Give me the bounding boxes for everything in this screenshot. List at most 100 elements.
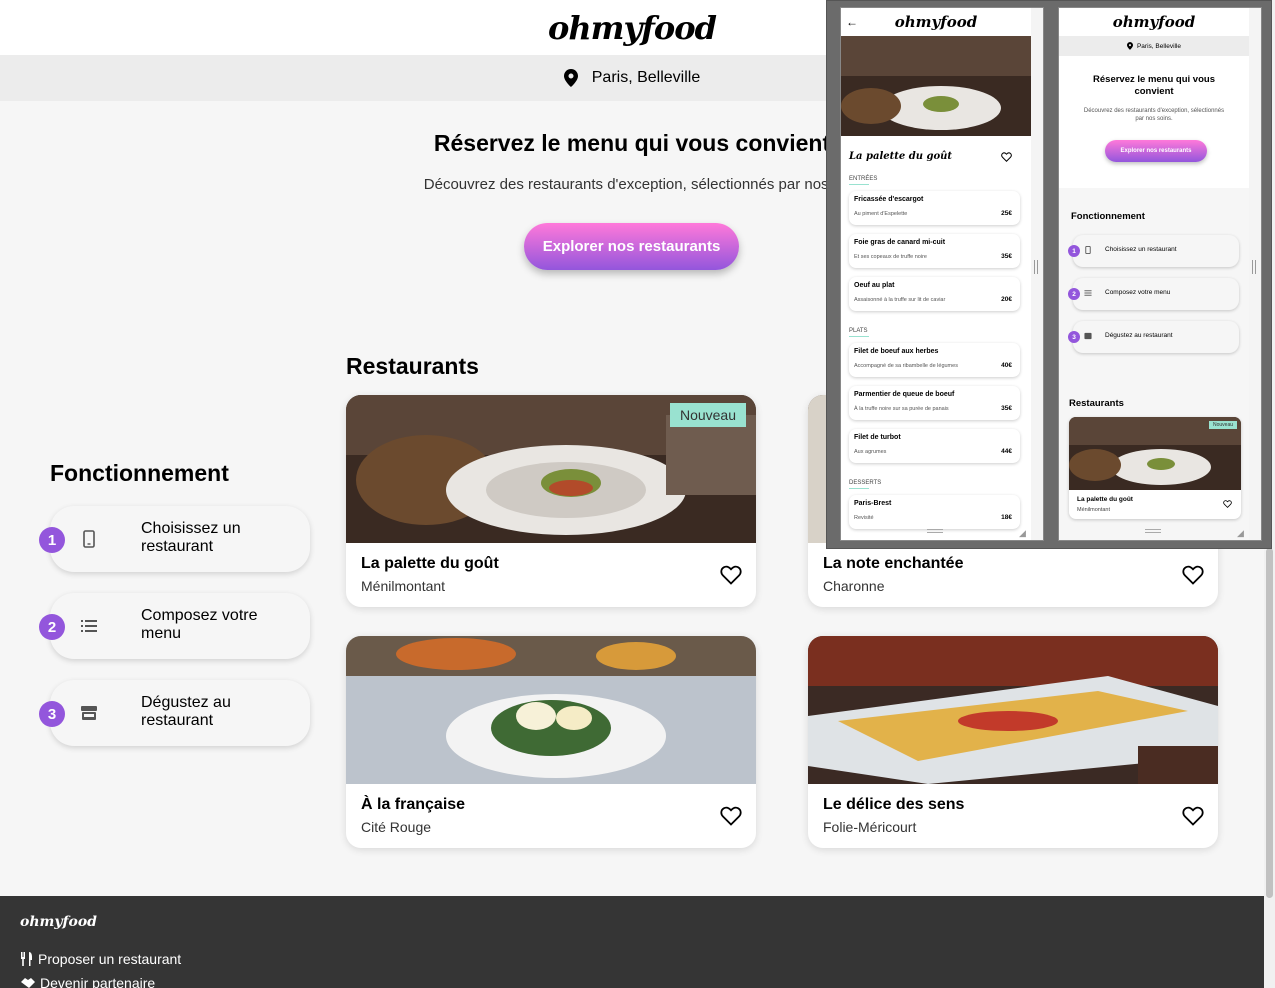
- preview-header: ← ohmyfood: [841, 8, 1031, 36]
- scrollbar-thumb[interactable]: [1266, 548, 1273, 898]
- phone-preview-menu: ← ohmyfood La palette du goût ENTRÉES Fr…: [840, 7, 1044, 541]
- section-underline: [849, 336, 869, 337]
- preview-logo[interactable]: ohmyfood: [895, 13, 977, 31]
- restaurant-name: À la française: [361, 796, 466, 813]
- list-icon: [81, 620, 97, 632]
- menu-item[interactable]: Paris-Brest Revisité 18€: [849, 495, 1020, 529]
- preview-scrollbar[interactable]: [1249, 8, 1261, 540]
- menu-item-price: 35€: [1001, 253, 1012, 260]
- menu-item-price: 20€: [1001, 296, 1012, 303]
- become-partner-link[interactable]: Devenir partenaire: [20, 975, 155, 988]
- menu-item[interactable]: Filet de boeuf aux herbes Accompagné de …: [849, 343, 1020, 377]
- menu-item-price: 40€: [1001, 362, 1012, 369]
- restaurant-area: Charonne: [823, 578, 885, 594]
- resize-handle-icon[interactable]: ◢: [1019, 528, 1026, 539]
- logo[interactable]: ohmyfood: [548, 9, 717, 47]
- preview-restaurant-area: Ménilmontant: [1077, 507, 1111, 513]
- preview-step-card: 1 Choisissez un restaurant: [1068, 235, 1239, 267]
- heart-icon[interactable]: [1182, 565, 1204, 585]
- menu-item-price: 35€: [1001, 405, 1012, 412]
- preview-explore-button[interactable]: Explorer nos restaurants: [1105, 140, 1207, 162]
- explore-restaurants-button[interactable]: Explorer nos restaurants: [524, 223, 739, 270]
- home-indicator: [1145, 529, 1161, 533]
- menu-item[interactable]: Fricassée d'escargot Au piment d'Espelet…: [849, 191, 1020, 225]
- preview-restaurant-card[interactable]: Nouveau La palette du goût Ménilmontant: [1069, 417, 1241, 519]
- menu-item[interactable]: Parmentier de queue de boeuf À la truffe…: [849, 386, 1020, 420]
- scroll-grip[interactable]: [1034, 260, 1038, 274]
- step-number: 3: [39, 701, 65, 727]
- preview-scrollbar[interactable]: [1031, 8, 1043, 540]
- menu-item-name: Paris-Brest: [854, 500, 892, 507]
- menu-item-desc: Aux agrumes: [854, 449, 887, 455]
- restaurant-name: La note enchantée: [823, 555, 964, 572]
- store-icon: [81, 706, 97, 720]
- step-number: 1: [39, 527, 65, 553]
- preview-location-label: Paris, Belleville: [1136, 42, 1182, 50]
- menu-item-name: Parmentier de queue de boeuf: [854, 391, 955, 398]
- step-label: Composez votre menu: [1105, 289, 1171, 296]
- footer-logo[interactable]: ohmyfood: [20, 914, 97, 930]
- menu-item-desc: Au piment d'Espelette: [854, 211, 908, 217]
- step-label: Choisissez un restaurant: [1105, 246, 1177, 253]
- menu-item-desc: À la truffe noire sur sa purée de panais: [854, 406, 949, 412]
- handshake-icon: [21, 978, 35, 988]
- step-label: Choisissez un restaurant: [141, 520, 241, 555]
- step-card: 1 Choisissez un restaurant: [39, 506, 310, 572]
- restaurant-card[interactable]: À la française Cité Rouge: [346, 636, 756, 848]
- preview-logo[interactable]: ohmyfood: [1113, 13, 1195, 31]
- responsive-preview-overlay: ← ohmyfood La palette du goût ENTRÉES Fr…: [826, 0, 1272, 549]
- menu-item-name: Filet de turbot: [854, 434, 901, 441]
- heart-icon[interactable]: [1001, 152, 1012, 162]
- back-arrow-icon[interactable]: ←: [846, 15, 858, 29]
- heart-icon[interactable]: [720, 565, 742, 585]
- menu-item-name: Oeuf au plat: [854, 282, 895, 289]
- step-label: Dégustez au restaurant: [1105, 332, 1173, 339]
- phone-icon: [83, 530, 95, 548]
- step-card: 2 Composez votre menu: [39, 593, 310, 659]
- menu-item-price: 18€: [1001, 514, 1012, 521]
- heart-icon[interactable]: [1223, 500, 1232, 508]
- step-number: 3: [1068, 331, 1080, 343]
- menu-section-title: PLATS: [849, 328, 868, 334]
- restaurant-area: Ménilmontant: [361, 578, 446, 594]
- menu-section-title: DESSERTS: [849, 480, 882, 486]
- preview-restaurants-title: Restaurants: [1069, 398, 1124, 409]
- section-underline: [849, 184, 869, 185]
- preview-restaurant-name: La palette du goût: [849, 151, 953, 162]
- restaurants-title: Restaurants: [346, 353, 479, 379]
- home-indicator: [927, 529, 943, 533]
- preview-hero-subtitle: Découvrez des restaurants d'exception, s…: [1083, 108, 1225, 122]
- restaurant-area: Folie-Méricourt: [823, 819, 917, 835]
- menu-item-name: Fricassée d'escargot: [854, 196, 924, 203]
- restaurant-name: Le délice des sens: [823, 796, 965, 813]
- menu-section-title: ENTRÉES: [849, 176, 878, 182]
- restaurant-image: [346, 636, 756, 784]
- become-partner-label: Devenir partenaire: [40, 975, 156, 988]
- restaurant-image: [808, 636, 1218, 784]
- heart-icon[interactable]: [720, 806, 742, 826]
- menu-item-price: 25€: [1001, 210, 1012, 217]
- menu-item-name: Filet de boeuf aux herbes: [854, 348, 939, 355]
- menu-item[interactable]: Filet de turbot Aux agrumes 44€: [849, 429, 1020, 463]
- restaurant-card[interactable]: Nouveau La palette du goût Ménilmontant: [346, 395, 756, 607]
- menu-item-desc: Et ses copeaux de truffe noire: [854, 254, 927, 260]
- propose-restaurant-link[interactable]: Proposer un restaurant: [20, 951, 181, 967]
- menu-item[interactable]: Oeuf au plat Assaisonné à la truffe sur …: [849, 277, 1020, 311]
- heart-icon[interactable]: [1182, 806, 1204, 826]
- preview-location-bar: Paris, Belleville: [1059, 36, 1249, 56]
- restaurant-card[interactable]: Le délice des sens Folie-Méricourt: [808, 636, 1218, 848]
- menu-item[interactable]: Foie gras de canard mi-cuit Et ses copea…: [849, 234, 1020, 268]
- new-badge: Nouveau: [1208, 421, 1237, 429]
- propose-restaurant-label: Proposer un restaurant: [38, 951, 182, 967]
- menu-item-desc: Accompagné de sa ribambelle de légumes: [854, 363, 958, 369]
- section-underline: [849, 488, 869, 489]
- resize-handle-icon[interactable]: ◢: [1237, 528, 1244, 539]
- preview-restaurant-image: [841, 36, 1031, 136]
- restaurant-area: Cité Rouge: [361, 819, 432, 835]
- menu-item-desc: Assaisonné à la truffe sur lit de caviar: [854, 297, 946, 303]
- restaurant-name: La palette du goût: [361, 555, 499, 572]
- menu-item-price: 44€: [1001, 448, 1012, 455]
- scroll-grip[interactable]: [1252, 260, 1256, 274]
- menu-item-name: Foie gras de canard mi-cuit: [854, 239, 946, 246]
- preview-restaurant-name: La palette du goût: [1077, 496, 1133, 503]
